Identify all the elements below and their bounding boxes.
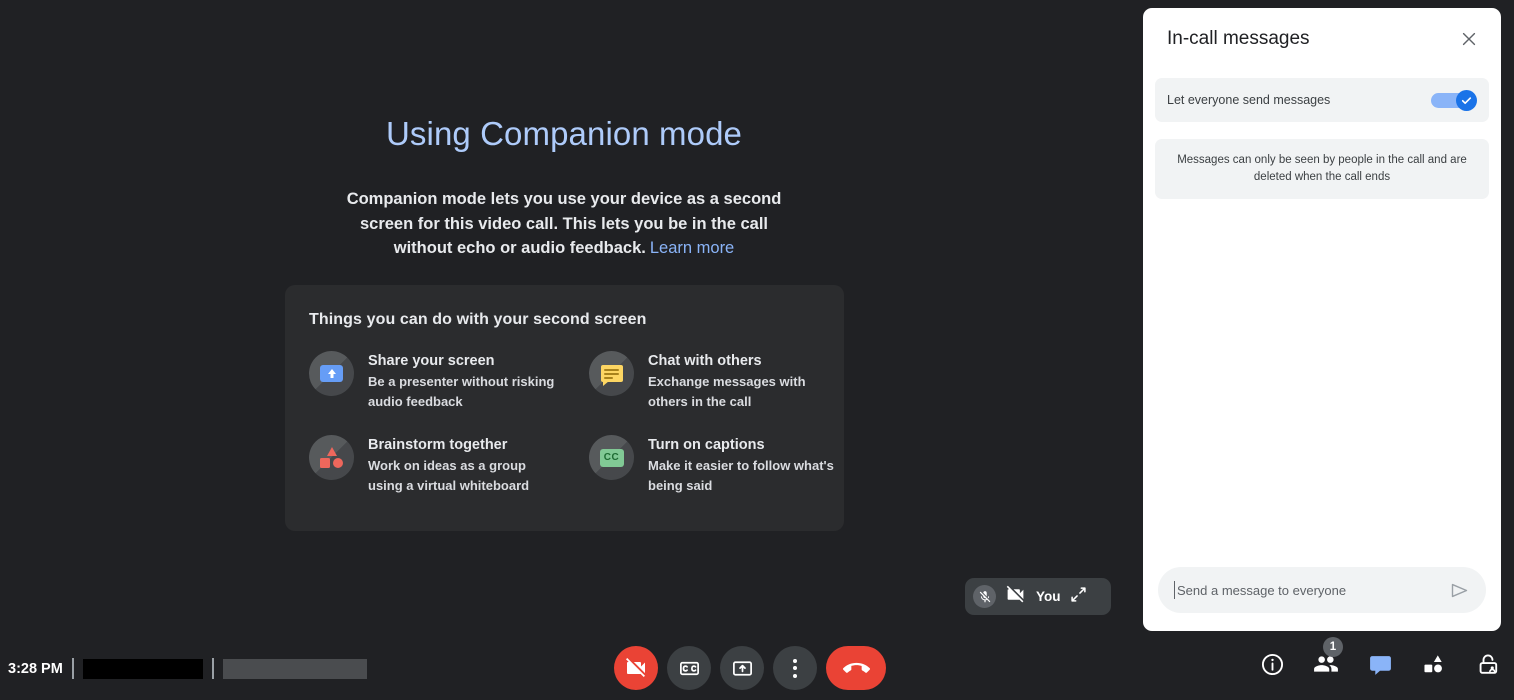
more-vertical-icon <box>793 658 797 678</box>
check-icon <box>1461 97 1472 105</box>
feature-description: Make it easier to follow what's being sa… <box>648 458 834 493</box>
feature-captions: CC Turn on captions Make it easier to fo… <box>589 435 869 519</box>
host-controls-button[interactable] <box>1474 650 1502 678</box>
feature-chat-with-others: Chat with others Exchange messages with … <box>589 351 869 435</box>
features-card: Things you can do with your second scree… <box>285 285 844 531</box>
toggle-knob <box>1456 90 1477 111</box>
chat-bubble-icon <box>589 351 634 396</box>
meet-companion-screen: Using Companion mode Companion mode lets… <box>0 0 1514 700</box>
feature-heading: Chat with others <box>648 353 762 369</box>
people-button[interactable]: 1 <box>1312 637 1343 678</box>
feature-heading: Share your screen <box>368 353 495 369</box>
info-icon <box>1261 653 1283 675</box>
clock-time: 3:28 PM <box>8 660 63 677</box>
activities-shapes-icon <box>1424 655 1442 673</box>
expand-icon[interactable] <box>1070 586 1087 608</box>
feature-share-screen: Share your screen Be a presenter without… <box>309 351 589 435</box>
main-stage: Using Companion mode Companion mode lets… <box>0 0 1143 640</box>
message-input[interactable] <box>1174 581 1446 599</box>
taskbar-divider <box>211 658 214 679</box>
shapes-whiteboard-icon <box>309 435 354 480</box>
hero-description: Companion mode lets you use your device … <box>334 187 794 261</box>
chat-icon <box>1369 655 1391 675</box>
close-icon <box>1462 32 1476 46</box>
taskbar-divider <box>71 658 74 679</box>
message-composer <box>1143 567 1501 631</box>
feature-description: Be a presenter without risking audio fee… <box>368 374 555 409</box>
feature-brainstorm: Brainstorm together Work on ideas as a g… <box>309 435 589 519</box>
closed-captions-icon: CC <box>589 435 634 480</box>
send-message-button[interactable] <box>1446 577 1472 603</box>
redacted-region <box>82 658 203 679</box>
page-title: Using Companion mode <box>385 115 743 152</box>
let-everyone-send-messages-row[interactable]: Let everyone send messages <box>1155 78 1489 122</box>
feature-heading: Brainstorm together <box>368 437 508 453</box>
cc-label: CC <box>599 448 624 467</box>
captions-button[interactable] <box>667 646 711 690</box>
present-screen-button[interactable] <box>720 646 764 690</box>
feature-description: Work on ideas as a group using a virtual… <box>368 458 530 493</box>
features-card-title: Things you can do with your second scree… <box>309 311 647 328</box>
lock-person-icon <box>1479 654 1497 674</box>
close-panel-button[interactable] <box>1455 25 1483 53</box>
panel-header: In-call messages <box>1143 8 1501 70</box>
let-everyone-send-messages-toggle[interactable] <box>1431 90 1477 111</box>
chat-button[interactable] <box>1366 650 1394 678</box>
composer-field-wrapper[interactable] <box>1158 567 1486 613</box>
right-toolbar: 1 <box>1258 637 1502 678</box>
learn-more-link[interactable]: Learn more <box>650 239 734 257</box>
camera-off-icon <box>1005 584 1026 610</box>
leave-call-button[interactable] <box>826 646 886 690</box>
more-options-button[interactable] <box>773 646 817 690</box>
screen-share-icon <box>309 351 354 396</box>
send-icon <box>1451 583 1467 597</box>
activities-button[interactable] <box>1420 650 1448 678</box>
messages-privacy-notice: Messages can only be seen by people in t… <box>1155 139 1489 199</box>
mic-off-icon <box>973 585 996 608</box>
panel-title: In-call messages <box>1167 28 1310 49</box>
redacted-region <box>222 658 367 679</box>
self-view-name: You <box>1036 589 1061 604</box>
call-controls <box>614 646 886 690</box>
feature-description: Exchange messages with others in the cal… <box>648 374 806 409</box>
self-view-tile[interactable]: You <box>965 578 1111 615</box>
hangup-icon <box>842 662 870 673</box>
camera-toggle-button[interactable] <box>614 646 658 690</box>
meeting-details-button[interactable] <box>1258 650 1286 678</box>
features-grid: Share your screen Be a presenter without… <box>309 351 844 519</box>
in-call-messages-panel: In-call messages Let everyone send messa… <box>1143 8 1501 631</box>
feature-heading: Turn on captions <box>648 437 765 453</box>
taskbar: 3:28 PM <box>8 658 367 679</box>
people-count-badge: 1 <box>1323 637 1343 657</box>
toggle-label: Let everyone send messages <box>1167 93 1331 107</box>
